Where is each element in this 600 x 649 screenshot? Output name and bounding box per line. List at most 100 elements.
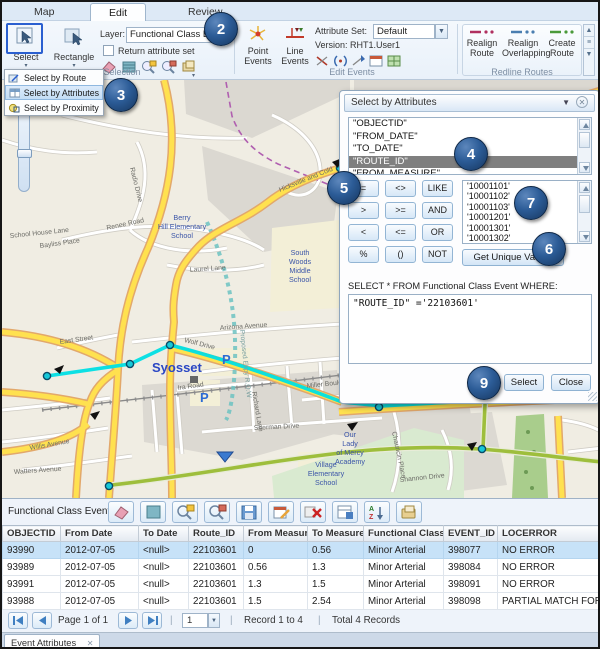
tab-close-icon[interactable]: ✕ bbox=[87, 639, 94, 648]
field-list-scrollbar[interactable] bbox=[577, 118, 591, 174]
op-like-button[interactable]: LIKE bbox=[422, 180, 453, 197]
clear-selection-button[interactable] bbox=[108, 501, 134, 523]
op-greater-button[interactable]: > bbox=[348, 202, 379, 219]
op-notequal-button[interactable]: <> bbox=[385, 180, 416, 197]
pan-to-selected-button[interactable] bbox=[204, 501, 230, 523]
svg-text:Syosset: Syosset bbox=[152, 360, 203, 375]
prev-page-button[interactable] bbox=[32, 612, 52, 629]
page-number-select[interactable]: 1 bbox=[182, 613, 208, 628]
annotation-step-5: 5 bbox=[327, 171, 361, 205]
col-event-id[interactable]: EVENT_ID bbox=[444, 526, 498, 542]
ribbon-scroll-thumb[interactable]: ≡ bbox=[584, 37, 594, 49]
page-select-arrow[interactable]: ▼ bbox=[208, 613, 220, 628]
delete-event-button[interactable] bbox=[300, 501, 326, 523]
scroll-down-icon[interactable] bbox=[579, 231, 590, 242]
selection-more-arrow[interactable]: ▾ bbox=[192, 72, 195, 79]
menu-item-select-by-attributes[interactable]: Select by Attributes bbox=[5, 85, 103, 100]
tab-edit[interactable]: Edit bbox=[90, 3, 146, 21]
svg-text:South: South bbox=[291, 248, 310, 257]
first-page-button[interactable] bbox=[8, 612, 28, 629]
select-by-attributes-icon bbox=[9, 88, 20, 98]
scroll-up-icon[interactable] bbox=[579, 182, 590, 193]
edit-event-button[interactable] bbox=[268, 501, 294, 523]
scroll-thumb[interactable] bbox=[579, 132, 590, 148]
annotation-step-7: 7 bbox=[514, 186, 548, 220]
redline-group-label: Redline Routes bbox=[462, 67, 582, 77]
op-not-button[interactable]: NOT bbox=[422, 246, 453, 263]
col-to-measure[interactable]: To Measure bbox=[308, 526, 364, 542]
table-row[interactable]: 939882012-07-05 <null>22103601 1.52.54 M… bbox=[3, 593, 600, 610]
col-to-date[interactable]: To Date bbox=[139, 526, 189, 542]
svg-text:of Mercy: of Mercy bbox=[336, 448, 364, 457]
show-card-button[interactable] bbox=[396, 501, 422, 523]
value-item[interactable]: '10001302' bbox=[463, 233, 591, 243]
op-less-button[interactable]: < bbox=[348, 224, 379, 241]
scroll-thumb[interactable] bbox=[579, 195, 590, 213]
svg-text:Watters Avenue: Watters Avenue bbox=[14, 466, 62, 476]
table-options-button[interactable] bbox=[332, 501, 358, 523]
create-route-button[interactable]: Create Route bbox=[545, 28, 579, 58]
svg-text:Our: Our bbox=[344, 430, 357, 439]
select-by-proximity-icon bbox=[8, 103, 20, 113]
switch-panel-button[interactable] bbox=[140, 501, 166, 523]
scroll-up-icon[interactable] bbox=[579, 119, 590, 130]
next-page-button[interactable] bbox=[118, 612, 138, 629]
field-item[interactable]: "OBJECTID" bbox=[349, 118, 591, 131]
op-and-button[interactable]: AND bbox=[422, 202, 453, 219]
col-route-id[interactable]: Route_ID bbox=[189, 526, 244, 542]
layer-combobox[interactable]: Functional Class Event bbox=[126, 27, 215, 43]
scroll-down-icon[interactable] bbox=[579, 162, 590, 173]
return-attribute-set-checkbox[interactable] bbox=[103, 45, 114, 56]
value-item[interactable]: '10001301' bbox=[463, 223, 591, 233]
event-attributes-tab[interactable]: Event Attributes ✕ bbox=[4, 634, 100, 649]
op-greaterequal-button[interactable]: >= bbox=[385, 202, 416, 219]
map-zoom-slider[interactable] bbox=[18, 110, 30, 192]
attribute-set-label: Attribute Set: bbox=[315, 26, 367, 36]
attribute-set-combobox[interactable]: Default bbox=[373, 24, 435, 39]
select-dropdown-arrow[interactable]: ▾ bbox=[8, 62, 44, 69]
realign-route-button[interactable]: Realign Route bbox=[463, 28, 501, 58]
values-scrollbar[interactable] bbox=[577, 181, 591, 243]
menu-item-select-by-route[interactable]: Select by Route bbox=[5, 70, 103, 85]
selection-options-icon[interactable] bbox=[180, 59, 198, 75]
map-zoom-handle[interactable] bbox=[17, 149, 32, 158]
where-label: SELECT * FROM Functional Class Event WHE… bbox=[348, 281, 558, 291]
col-from-measure[interactable]: From Measure bbox=[244, 526, 308, 542]
total-records-text: Total 4 Records bbox=[332, 615, 400, 626]
zoom-to-selected-button[interactable] bbox=[172, 501, 198, 523]
ribbon-scroll-down-icon[interactable]: ▼ bbox=[584, 49, 594, 61]
dialog-close-button[interactable]: Close bbox=[551, 374, 591, 391]
attribute-set-combo-arrow[interactable]: ▼ bbox=[435, 24, 448, 39]
save-edits-button[interactable] bbox=[236, 501, 262, 523]
dialog-titlebar[interactable]: Select by Attributes ▼ ✕ bbox=[344, 94, 595, 112]
table-row-selected[interactable]: 939902012-07-05 <null>22103601 00.56 Min… bbox=[3, 542, 600, 559]
dialog-menu-arrow-icon[interactable]: ▼ bbox=[562, 95, 570, 111]
where-clause-textarea[interactable]: "ROUTE_ID" ='22103601' bbox=[348, 294, 592, 364]
ribbon-scrollbar[interactable]: ▲ ≡ ▼ bbox=[583, 24, 595, 76]
menu-item-select-by-proximity[interactable]: Select by Proximity bbox=[5, 100, 103, 115]
point-events-button[interactable]: Point Events bbox=[240, 24, 276, 66]
op-lessequal-button[interactable]: <= bbox=[385, 224, 416, 241]
ribbon-tab-row: Map Edit Review bbox=[2, 2, 598, 21]
op-or-button[interactable]: OR bbox=[422, 224, 453, 241]
col-locerror[interactable]: LOCERROR bbox=[498, 526, 600, 542]
dialog-select-button[interactable]: Select bbox=[504, 374, 544, 391]
col-functional-class[interactable]: Functional Class bbox=[364, 526, 444, 542]
table-row[interactable]: 939892012-07-05 <null>22103601 0.561.3 M… bbox=[3, 559, 600, 576]
sort-button[interactable]: AZ bbox=[364, 501, 390, 523]
point-events-icon bbox=[247, 24, 269, 44]
ribbon-scroll-up-icon[interactable]: ▲ bbox=[584, 25, 594, 37]
col-objectid[interactable]: OBJECTID bbox=[3, 526, 61, 542]
dialog-close-icon[interactable]: ✕ bbox=[576, 96, 588, 108]
last-page-button[interactable] bbox=[142, 612, 162, 629]
realign-overlapping-button[interactable]: Realign Overlapping bbox=[502, 28, 544, 58]
tab-map[interactable]: Map bbox=[16, 3, 72, 21]
dialog-resize-grip[interactable] bbox=[588, 392, 597, 401]
op-percent-button[interactable]: % bbox=[348, 246, 379, 263]
col-from-date[interactable]: From Date bbox=[61, 526, 139, 542]
line-events-button[interactable]: Line Events bbox=[278, 24, 312, 66]
rectangle-tool-button[interactable]: Rectangle ▾ bbox=[52, 24, 96, 69]
op-parens-button[interactable]: () bbox=[385, 246, 416, 263]
table-row[interactable]: 939912012-07-05 <null>22103601 1.31.5 Mi… bbox=[3, 576, 600, 593]
svg-text:School: School bbox=[315, 478, 337, 487]
